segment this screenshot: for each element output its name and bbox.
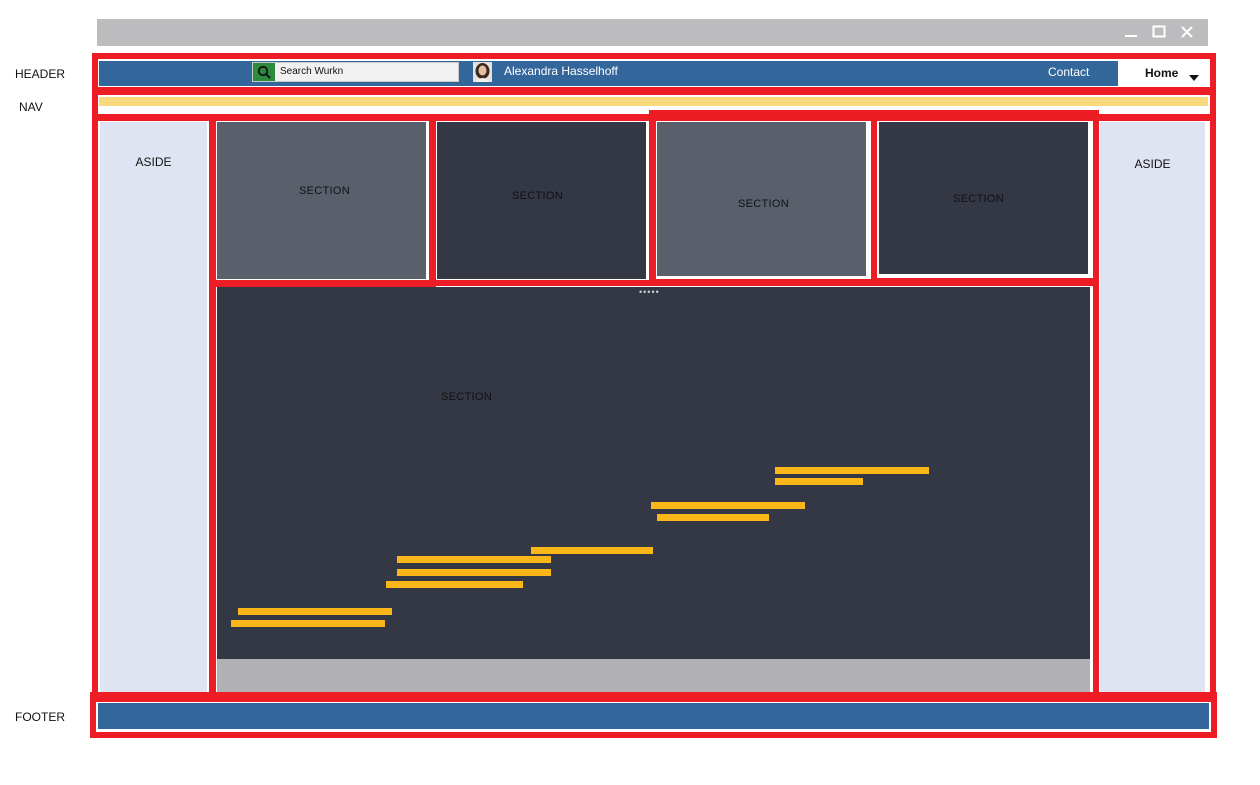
main-section-outline (209, 280, 1099, 702)
section-4-outline (871, 110, 1099, 284)
close-icon[interactable] (1178, 24, 1196, 45)
window-titlebar (97, 19, 1208, 46)
footer-region-label: FOOTER (15, 710, 65, 724)
footer-outline (90, 692, 1217, 738)
header-outline (92, 53, 1216, 93)
nav-region-label: NAV (19, 100, 43, 114)
section-3-outline (649, 110, 877, 285)
aside-right-outline (1093, 114, 1216, 702)
minimize-icon[interactable] (1122, 24, 1140, 45)
header-region-label: HEADER (15, 67, 66, 81)
section-2-outline (429, 114, 656, 286)
aside-left-outline (92, 114, 216, 702)
maximize-icon[interactable] (1150, 24, 1168, 45)
section-1-outline (209, 114, 436, 287)
